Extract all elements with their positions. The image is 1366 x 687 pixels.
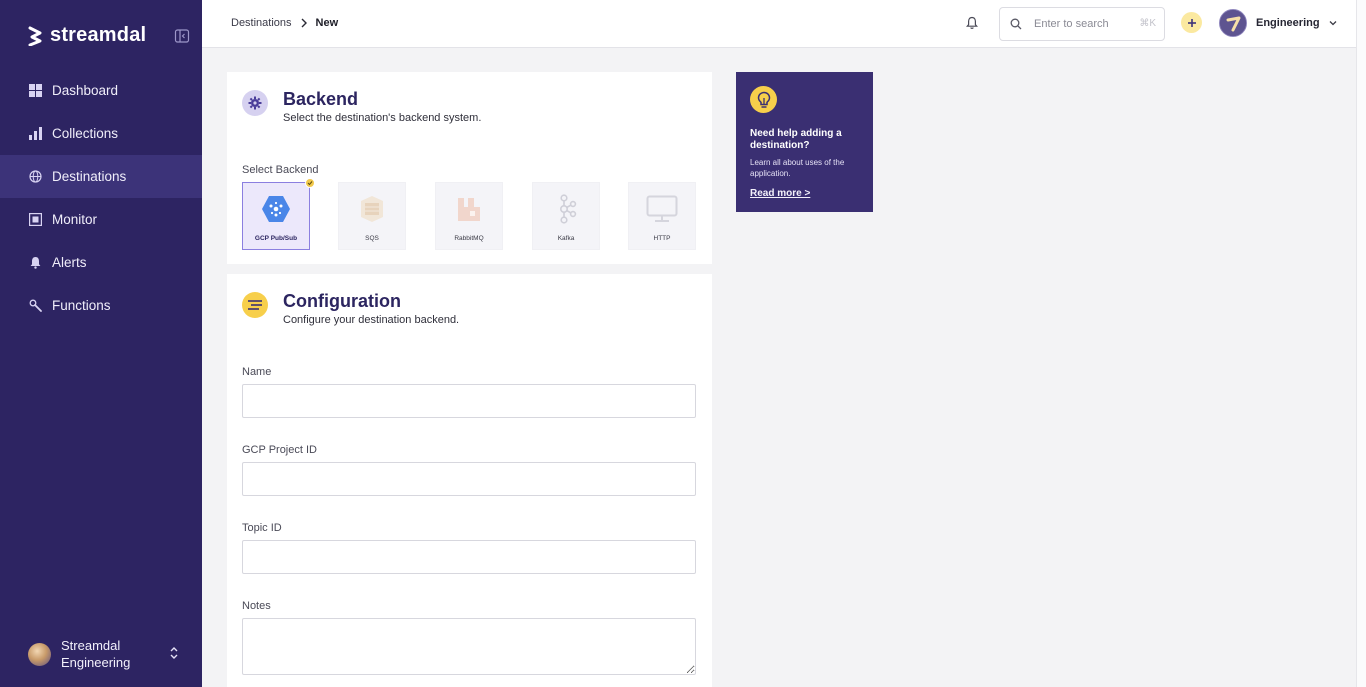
backend-option-label: Kafka bbox=[557, 235, 575, 242]
gcp-project-id-label: GCP Project ID bbox=[242, 444, 317, 456]
brand-name: streamdal bbox=[50, 24, 147, 46]
dashboard-icon bbox=[29, 84, 42, 97]
globe-icon bbox=[29, 170, 42, 183]
search-input[interactable] bbox=[1034, 18, 1134, 30]
help-card: Need help adding a destination? Learn al… bbox=[736, 72, 873, 212]
sidebar-item-destinations[interactable]: Destinations bbox=[0, 155, 202, 198]
search-box[interactable]: ⌘K bbox=[999, 7, 1165, 41]
help-body: Learn all about uses of the application. bbox=[750, 158, 845, 178]
org-name[interactable]: Engineering bbox=[1256, 17, 1320, 29]
sidebar-item-label: Alerts bbox=[52, 255, 87, 270]
backend-options: GCP Pub/Sub SQS RabbitMQ Kafka HTTP bbox=[242, 178, 697, 250]
sidebar-item-alerts[interactable]: Alerts bbox=[0, 241, 202, 284]
avatar bbox=[28, 642, 51, 666]
user-name: Streamdal Engineering bbox=[61, 637, 130, 671]
search-icon bbox=[1010, 18, 1022, 30]
user-name-line1: Streamdal bbox=[61, 638, 121, 653]
plus-icon bbox=[1187, 18, 1196, 27]
sidebar-item-label: Collections bbox=[52, 126, 119, 141]
configuration-title: Configuration bbox=[283, 291, 401, 311]
selected-check-icon bbox=[305, 178, 315, 188]
backend-title: Backend bbox=[283, 89, 359, 109]
kafka-icon bbox=[550, 193, 582, 225]
configuration-list-icon bbox=[242, 292, 268, 318]
topic-id-label: Topic ID bbox=[242, 522, 282, 534]
read-more-link[interactable]: Read more > bbox=[750, 188, 810, 199]
help-title: Need help adding a destination? bbox=[750, 128, 842, 151]
notifications-bell-icon[interactable] bbox=[965, 16, 979, 30]
configuration-subtitle: Configure your destination backend. bbox=[283, 314, 460, 326]
streamdal-logo-icon bbox=[28, 26, 42, 46]
backend-option-label: RabbitMQ bbox=[454, 235, 484, 242]
org-logo-icon bbox=[1220, 10, 1246, 36]
backend-gear-icon bbox=[242, 90, 268, 116]
scrollbar[interactable] bbox=[1356, 0, 1366, 687]
configuration-card: Configuration Configure your destination… bbox=[227, 274, 712, 687]
backend-option-http[interactable]: HTTP bbox=[628, 182, 696, 250]
backend-option-label: HTTP bbox=[653, 235, 671, 242]
backend-option-rabbitmq[interactable]: RabbitMQ bbox=[435, 182, 503, 250]
chevron-up-down-icon bbox=[170, 647, 178, 659]
select-backend-label: Select Backend bbox=[242, 164, 319, 176]
breadcrumb-current: New bbox=[315, 17, 339, 29]
gcp-project-id-field[interactable] bbox=[242, 462, 696, 496]
breadcrumb-destinations-link[interactable]: Destinations bbox=[231, 17, 292, 29]
sqs-icon bbox=[356, 193, 388, 225]
chevron-right-icon bbox=[301, 18, 307, 28]
backend-option-kafka[interactable]: Kafka bbox=[532, 182, 600, 250]
bar-chart-icon bbox=[29, 127, 42, 140]
brand-logo[interactable]: streamdal bbox=[27, 24, 146, 47]
sidebar-item-label: Destinations bbox=[52, 169, 127, 184]
user-name-line2: Engineering bbox=[61, 655, 131, 670]
name-label: Name bbox=[242, 366, 272, 378]
sidebar-item-label: Functions bbox=[52, 298, 111, 313]
name-field[interactable] bbox=[242, 384, 696, 418]
bell-icon bbox=[29, 256, 42, 269]
breadcrumb: Destinations New bbox=[231, 17, 338, 29]
sidebar-item-collections[interactable]: Collections bbox=[0, 112, 202, 155]
user-switcher[interactable]: Streamdal Engineering bbox=[28, 636, 188, 672]
wrench-icon bbox=[29, 299, 42, 312]
rabbitmq-icon bbox=[453, 193, 485, 225]
gcp-pubsub-icon bbox=[260, 193, 292, 225]
topbar: Destinations New ⌘K Engineering bbox=[202, 0, 1356, 48]
notes-field[interactable] bbox=[242, 618, 696, 675]
monitor-icon bbox=[29, 213, 42, 226]
backend-option-label: SQS bbox=[365, 235, 379, 242]
sidebar-item-monitor[interactable]: Monitor bbox=[0, 198, 202, 241]
sidebar-item-label: Dashboard bbox=[52, 83, 119, 98]
sidebar-nav: Dashboard Collections Destinations Monit… bbox=[0, 69, 202, 327]
search-shortcut: ⌘K bbox=[1139, 18, 1156, 29]
add-button[interactable] bbox=[1181, 12, 1202, 33]
backend-option-gcp-pubsub[interactable]: GCP Pub/Sub bbox=[242, 178, 315, 250]
http-monitor-icon bbox=[646, 193, 678, 225]
chevron-down-icon[interactable] bbox=[1328, 18, 1338, 28]
backend-subtitle: Select the destination's backend system. bbox=[283, 112, 482, 124]
notes-label: Notes bbox=[242, 600, 271, 612]
topic-id-field[interactable] bbox=[242, 540, 696, 574]
org-avatar[interactable] bbox=[1219, 9, 1247, 37]
backend-option-sqs[interactable]: SQS bbox=[338, 182, 406, 250]
sidebar-item-label: Monitor bbox=[52, 212, 98, 227]
backend-option-label: GCP Pub/Sub bbox=[254, 235, 298, 242]
collapse-sidebar-icon[interactable] bbox=[174, 28, 190, 44]
sidebar: streamdal Dashboard Collections Destinat… bbox=[0, 0, 202, 687]
lightbulb-icon bbox=[750, 86, 777, 113]
sidebar-item-dashboard[interactable]: Dashboard bbox=[0, 69, 202, 112]
sidebar-item-functions[interactable]: Functions bbox=[0, 284, 202, 327]
backend-card: Backend Select the destination's backend… bbox=[227, 72, 712, 264]
